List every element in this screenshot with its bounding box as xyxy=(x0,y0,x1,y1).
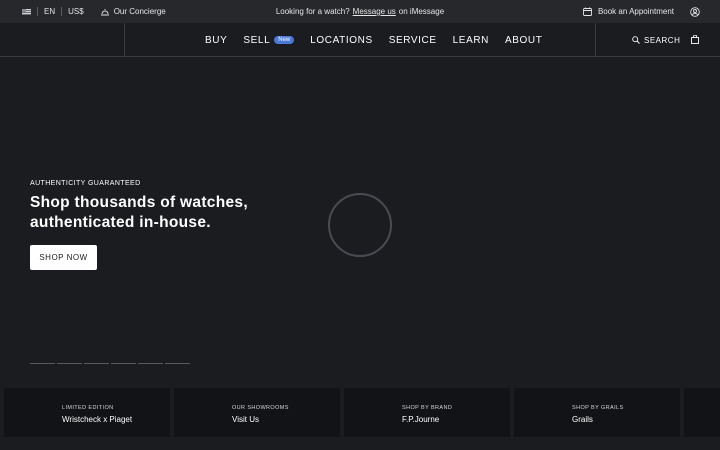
card-eyebrow: SHOP BY BRAND xyxy=(402,405,453,411)
card-showrooms[interactable]: OUR SHOWROOMS Visit Us xyxy=(174,388,340,437)
nav-item-label: BUY xyxy=(205,34,228,46)
slide-indicator[interactable] xyxy=(111,363,136,364)
divider xyxy=(595,23,596,57)
nav-item-locations[interactable]: LOCATIONS xyxy=(310,35,372,46)
account-icon[interactable] xyxy=(690,6,700,17)
nav-item-learn[interactable]: LEARN xyxy=(453,35,489,46)
promo-text: Looking for a watch? xyxy=(275,7,350,16)
card-title: Wristcheck x Piaget xyxy=(62,415,133,424)
main-navigation: BUY SELL New LOCATIONS SERVICE LEARN ABO… xyxy=(0,23,720,57)
card-title: F.P.Journe xyxy=(402,415,440,424)
hero-eyebrow: AUTHENTICITY GUARANTEED xyxy=(30,180,141,187)
search-button[interactable]: SEARCH xyxy=(632,23,680,57)
new-badge: New xyxy=(274,36,295,44)
appointment-group: Book an Appointment xyxy=(582,0,700,23)
shopping-bag-icon[interactable] xyxy=(691,35,699,44)
hero-title-line: authenticated in-house. xyxy=(30,214,211,231)
promo-suffix: on iMessage xyxy=(398,7,445,16)
card-next-partial[interactable] xyxy=(684,388,720,437)
card-shop-by-brand[interactable]: SHOP BY BRAND F.P.Journe xyxy=(344,388,510,437)
card-title: Visit Us xyxy=(232,415,259,424)
slide-indicator[interactable] xyxy=(84,363,109,364)
book-appointment-link[interactable]: Book an Appointment xyxy=(598,7,674,16)
search-label: SEARCH xyxy=(644,35,681,45)
hero-title-line: Shop thousands of watches, xyxy=(30,194,248,211)
card-eyebrow: LIMITED EDITION xyxy=(62,405,114,411)
slide-progress xyxy=(30,363,190,364)
hero-title: Shop thousands of watches, authenticated… xyxy=(30,193,330,233)
nav-item-label: LOCATIONS xyxy=(310,34,373,46)
slide-indicator[interactable] xyxy=(57,363,82,364)
card-eyebrow: SHOP BY GRAILS xyxy=(572,405,624,411)
card-eyebrow: OUR SHOWROOMS xyxy=(232,405,289,411)
nav-item-label: SELL xyxy=(243,34,271,46)
divider xyxy=(124,23,125,57)
message-us-link[interactable]: Message us xyxy=(353,7,396,16)
card-shop-by-grails[interactable]: SHOP BY GRAILS Grails xyxy=(514,388,680,437)
shop-now-button[interactable]: SHOP NOW xyxy=(30,245,97,270)
search-icon xyxy=(632,36,640,44)
card-title: Grails xyxy=(572,415,593,424)
slide-indicator[interactable] xyxy=(138,363,163,364)
nav-item-buy[interactable]: BUY xyxy=(205,35,227,46)
slide-indicator[interactable] xyxy=(165,363,190,364)
slide-indicator[interactable] xyxy=(30,363,55,364)
nav-menu: BUY SELL New LOCATIONS SERVICE LEARN ABO… xyxy=(205,23,542,57)
card-limited-edition[interactable]: LIMITED EDITION Wristcheck x Piaget xyxy=(4,388,170,437)
calendar-icon xyxy=(582,7,592,16)
loading-spinner-icon xyxy=(328,193,392,257)
category-cards: LIMITED EDITION Wristcheck x Piaget OUR … xyxy=(4,388,720,437)
nav-item-service[interactable]: SERVICE xyxy=(389,35,437,46)
nav-item-label: SERVICE xyxy=(388,34,437,46)
nav-item-label: ABOUT xyxy=(505,34,543,46)
nav-item-label: LEARN xyxy=(452,34,489,46)
nav-item-about[interactable]: ABOUT xyxy=(505,35,542,46)
top-utility-bar: EN US$ Our Concierge Looking for a watch… xyxy=(0,0,720,23)
nav-item-sell[interactable]: SELL New xyxy=(243,34,295,46)
